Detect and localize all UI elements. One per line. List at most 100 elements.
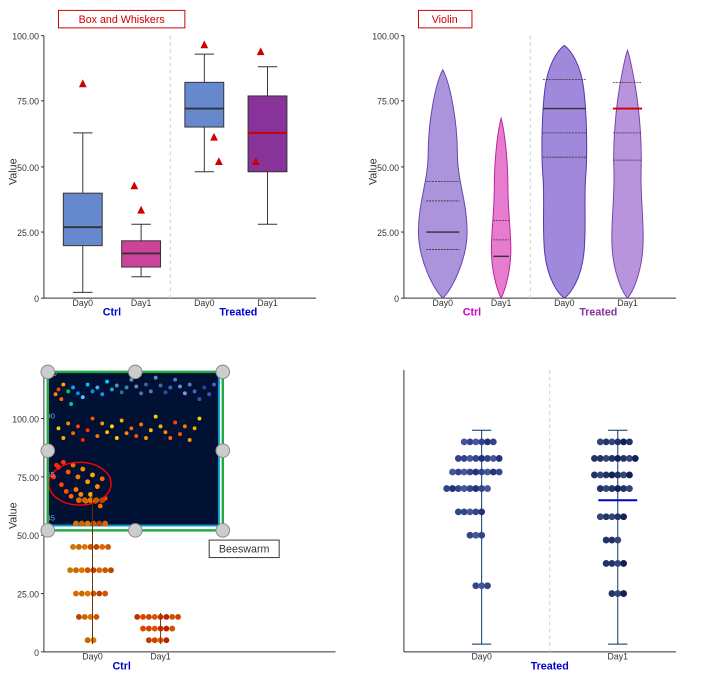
bee-treated-day0	[478, 582, 485, 589]
violin-title: Violin	[432, 14, 458, 26]
scatter-dot	[193, 426, 197, 430]
scatter-dot	[76, 424, 80, 428]
bee-ctrl-day0	[99, 497, 105, 503]
bee-ctrl-day0	[102, 567, 108, 573]
bee-treated-day1	[614, 438, 621, 445]
scatter-dot	[159, 383, 163, 387]
bee-treated-day1	[614, 513, 621, 520]
scatter-dot	[91, 416, 95, 420]
bee-treated-day0	[490, 468, 497, 475]
scatter-dot	[115, 383, 119, 387]
bee-treated-day0	[472, 485, 479, 492]
bee-treated-day0	[461, 455, 468, 462]
handle-bl[interactable]	[41, 523, 55, 537]
bee-treated-day1	[603, 536, 610, 543]
bee-ctrl-day0	[91, 637, 97, 643]
scatter-dot	[134, 434, 138, 438]
bee-ctrl-day0	[85, 637, 91, 643]
bee-treated-day1	[609, 513, 616, 520]
bee-treated-day0	[449, 468, 456, 475]
bee-treated-day1	[620, 485, 627, 492]
bee-ctrl-day0	[91, 590, 97, 596]
bee-treated-day0	[496, 468, 503, 475]
scatter-dot	[75, 474, 80, 479]
day1-ctrl-label: Day1	[131, 298, 152, 308]
violin-panel: Violin Value 0 25.00 50.00 75.00 100.00 …	[360, 0, 720, 344]
handle-ml[interactable]	[41, 443, 55, 457]
bee-ctrl-day0	[67, 567, 73, 573]
scatter-dot	[95, 484, 100, 489]
scatter-dot	[57, 426, 61, 430]
scatter-dot	[188, 438, 192, 442]
handle-br[interactable]	[216, 523, 230, 537]
scatter-dot	[91, 389, 95, 393]
violin-treated-day1	[612, 50, 643, 298]
scatter-dot	[125, 385, 129, 389]
scatter-dot	[69, 402, 73, 406]
bee-treated-day1	[620, 455, 627, 462]
bee-treated-day0	[478, 531, 485, 538]
bee-treated-day0	[472, 455, 479, 462]
scatter-dot	[98, 503, 103, 508]
scatter-dot	[100, 476, 105, 481]
scatter-dot	[212, 382, 216, 386]
bee-treated-day0	[455, 468, 462, 475]
bee-ctrl-day0	[96, 567, 102, 573]
bee-treated-day1	[620, 438, 627, 445]
y-axis-label-scatter: Value	[8, 502, 20, 529]
treated-label-box: Treated	[219, 307, 257, 319]
scatter-dot	[57, 387, 61, 391]
bee-treated-day1	[614, 590, 621, 597]
scatter-dot	[163, 390, 167, 394]
bee-treated-day1	[614, 536, 621, 543]
scatter-dot	[139, 422, 143, 426]
bee-ctrl-day1	[175, 614, 181, 620]
scatter-beeswarm-chart: Value 0 25.00 50.00 75.00 100.00 Ctrl Da…	[5, 349, 355, 683]
handle-bm[interactable]	[128, 523, 142, 537]
handle-mr[interactable]	[216, 443, 230, 457]
scatter-dot	[134, 384, 138, 388]
bee-ctrl-day0	[79, 590, 85, 596]
scatter-dot	[193, 389, 197, 393]
scatter-dot	[95, 434, 99, 438]
bee-treated-day1	[603, 455, 610, 462]
bee-treated-day0	[478, 468, 485, 475]
scatter-dot	[149, 428, 153, 432]
scatter-dot	[163, 430, 167, 434]
scatter-dot	[202, 385, 206, 389]
bee-treated-day0	[478, 485, 485, 492]
bee-treated-day0	[467, 508, 474, 515]
bee-treated-day0	[467, 531, 474, 538]
scatter-dot	[120, 390, 124, 394]
bee-ctrl-day0	[85, 520, 91, 526]
bee-ctrl-day1	[152, 614, 158, 620]
bee-ctrl-day0	[76, 497, 82, 503]
scatter-day0-ctrl: Day0	[82, 651, 103, 661]
handle-tr[interactable]	[216, 365, 230, 379]
bee-ctrl-day1	[169, 614, 175, 620]
bee-treated-day1	[603, 485, 610, 492]
violin-day0-treated: Day0	[554, 298, 575, 308]
scatter-day1-ctrl: Day1	[150, 651, 171, 661]
beeswarm-title: Beeswarm	[219, 543, 270, 555]
scatter-dot	[115, 436, 119, 440]
handle-tm[interactable]	[128, 365, 142, 379]
y-tick-50: 50.00	[17, 163, 39, 173]
bee-ctrl-day1	[163, 625, 169, 631]
bee-treated-day1	[597, 513, 604, 520]
scatter-dot	[110, 424, 114, 428]
bee-treated-day1	[609, 560, 616, 567]
scatter-dot	[144, 436, 148, 440]
outlier-box3	[130, 181, 138, 189]
ctrl-label-violin: Ctrl	[463, 307, 481, 319]
bee-treated-day0	[455, 485, 462, 492]
handle-tl[interactable]	[41, 365, 55, 379]
bee-treated-day1	[597, 455, 604, 462]
scatter-dot	[173, 420, 177, 424]
violin-ctrl-day0	[418, 70, 467, 298]
bee-treated-day0	[478, 438, 485, 445]
scatter-dot	[105, 379, 109, 383]
scatter-dot	[71, 431, 75, 435]
day0-ctrl-label: Day0	[73, 298, 94, 308]
treated-label-beeswarm: Treated	[531, 660, 569, 672]
